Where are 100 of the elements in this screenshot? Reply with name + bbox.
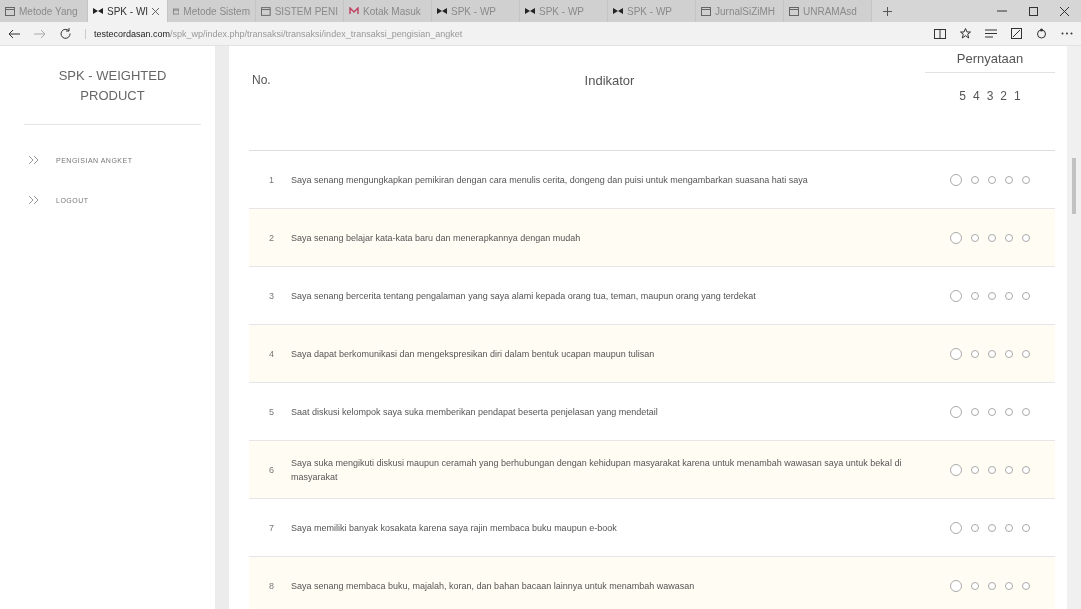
row-number: 5: [269, 406, 274, 417]
note-icon[interactable]: [1011, 28, 1022, 39]
minimize-icon[interactable]: [997, 10, 1007, 12]
reading-view-icon[interactable]: [934, 28, 946, 39]
page-icon: [701, 6, 711, 16]
refresh-icon[interactable]: [60, 28, 71, 39]
radio-button[interactable]: [1022, 465, 1030, 474]
bowtie-icon: [613, 8, 623, 14]
plus-icon[interactable]: [882, 6, 892, 16]
radio-button[interactable]: [988, 523, 996, 532]
radio-button[interactable]: [1022, 175, 1030, 184]
column-header: No.: [252, 73, 271, 87]
scale-number: 2: [1000, 89, 1008, 103]
bowtie-icon: [525, 8, 535, 14]
indicator-text: Saya senang mengungkapkan pemikiran dengan cara menulis cerita, dongeng dan puisi untuk mengambarkan suasana hati saya: [291, 173, 809, 187]
row-number: 8: [269, 580, 274, 591]
radio-button[interactable]: [988, 581, 996, 590]
maximize-icon[interactable]: [1029, 6, 1038, 16]
indicator-text: Saya senang belajar kata-kata baru dan menerapkannya dengan mudah: [291, 231, 582, 245]
radio-button[interactable]: [950, 173, 962, 186]
back-arrow-icon[interactable]: [8, 28, 20, 39]
indicator-text: Saya senang membaca buku, majalah, koran, dan bahan bacaan lainnya untuk menambah wawasan: [291, 579, 696, 593]
page-icon: [261, 6, 271, 16]
browser-tab[interactable]: SISTEM PENI: [256, 0, 344, 22]
indicator-text: Saya memiliki banyak kosakata karena saya rajin membaca buku maupun e-book: [291, 521, 618, 535]
double-chevron-icon: [28, 155, 40, 165]
double-chevron-icon: [28, 195, 40, 205]
more-icon[interactable]: [1061, 32, 1073, 35]
scale-number: 3: [986, 89, 994, 103]
radio-button[interactable]: [988, 349, 996, 358]
radio-button[interactable]: [1022, 407, 1030, 416]
browser-tab[interactable]: SPK - WP: [432, 0, 520, 22]
row-number: 4: [269, 348, 274, 359]
radio-button[interactable]: [1005, 581, 1013, 590]
indicator-text: Saya suka mengikuti diskusi maupun ceramah yang berhubungan dengan kehidupan masyarakat karena untuk menambah wawasan saya untuk bekal di masyarakat: [291, 456, 903, 484]
share-icon[interactable]: [1036, 28, 1047, 39]
radio-button[interactable]: [1005, 407, 1013, 416]
star-icon[interactable]: [960, 28, 971, 39]
radio-button[interactable]: [988, 407, 996, 416]
row-number: 1: [269, 174, 274, 185]
scale-number: 5: [959, 89, 966, 103]
radio-button[interactable]: [971, 465, 979, 474]
browser-tab[interactable]: UNRAMAsd: [784, 0, 872, 22]
radio-button[interactable]: [950, 521, 962, 534]
indicator-text: Saat diskusi kelompok saya suka memberikan pendapat beserta penjelasan yang mendetail: [291, 405, 659, 419]
radio-button[interactable]: [971, 581, 979, 590]
radio-button[interactable]: [1005, 523, 1013, 532]
radio-button[interactable]: [971, 523, 979, 532]
radio-button[interactable]: [971, 291, 979, 300]
radio-button[interactable]: [1005, 349, 1013, 358]
indicator-text: Saya dapat berkomunikasi dan mengekspresikan diri dalam bentuk ucapan maupun tulisan: [291, 347, 656, 361]
hub-icon[interactable]: [985, 29, 997, 38]
mail-icon: [349, 7, 359, 15]
browser-tab[interactable]: SPK - WP: [520, 0, 608, 22]
radio-button[interactable]: [1005, 233, 1013, 242]
radio-button[interactable]: [988, 465, 996, 474]
indicator-text: Saya senang bercerita tentang pengalaman yang saya alami kepada orang tua, teman, maupun orang yang terdekat: [291, 289, 757, 303]
radio-button[interactable]: [988, 291, 996, 300]
browser-tab[interactable]: SPK - WP: [608, 0, 696, 22]
page-icon: [173, 6, 180, 16]
radio-button[interactable]: [1022, 291, 1030, 300]
app-title: SPK - WEIGHTED PRODUCT: [24, 66, 201, 125]
scale-number: 1: [1014, 89, 1021, 103]
radio-button[interactable]: [950, 579, 962, 592]
radio-button[interactable]: [950, 463, 962, 476]
browser-tab[interactable]: Kotak Masuk: [344, 0, 432, 22]
browser-tab[interactable]: SPK - WI: [88, 0, 168, 22]
radio-button[interactable]: [1005, 465, 1013, 474]
forward-arrow-icon[interactable]: [34, 28, 46, 39]
row-number: 7: [269, 522, 274, 533]
radio-button[interactable]: [950, 231, 962, 244]
browser-tab[interactable]: Metode Sistem: [168, 0, 256, 22]
close-icon[interactable]: [1060, 6, 1069, 16]
bowtie-icon: [437, 8, 447, 14]
column-header: Indikator: [584, 73, 635, 88]
row-number: 2: [269, 232, 274, 243]
radio-button[interactable]: [971, 233, 979, 242]
column-header: Pernyataan: [925, 46, 1055, 73]
scrollbar-thumb[interactable]: [1072, 158, 1076, 214]
browser-tab[interactable]: JurnalSiZiMH: [696, 0, 784, 22]
radio-button[interactable]: [971, 407, 979, 416]
radio-button[interactable]: [988, 233, 996, 242]
page-icon: [789, 6, 799, 16]
radio-button[interactable]: [950, 405, 962, 418]
scale-number: 4: [972, 89, 980, 103]
radio-button[interactable]: [1022, 581, 1030, 590]
radio-button[interactable]: [971, 175, 979, 184]
radio-button[interactable]: [971, 349, 979, 358]
browser-tab[interactable]: Metode Yang: [0, 0, 88, 22]
radio-button[interactable]: [1005, 291, 1013, 300]
close-icon[interactable]: [152, 7, 160, 15]
radio-button[interactable]: [950, 347, 962, 360]
radio-button[interactable]: [1005, 175, 1013, 184]
radio-button[interactable]: [1022, 233, 1030, 242]
row-number: 6: [269, 464, 274, 475]
radio-button[interactable]: [950, 289, 962, 302]
radio-button[interactable]: [988, 175, 996, 184]
row-number: 3: [269, 290, 274, 301]
radio-button[interactable]: [1022, 523, 1030, 532]
radio-button[interactable]: [1022, 349, 1030, 358]
